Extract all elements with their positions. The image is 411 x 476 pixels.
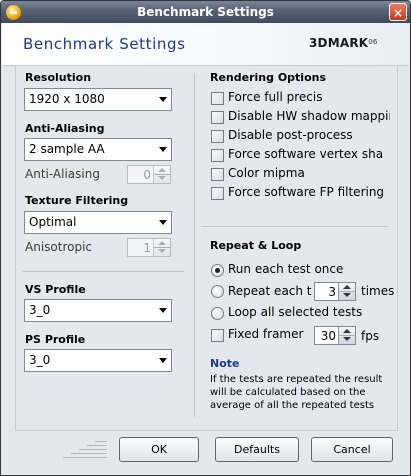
chevron-down-icon [159, 147, 167, 152]
repeat-loop-title: Repeat & Loop [210, 239, 302, 252]
note-title: Note [210, 357, 240, 370]
force-software-vertex-shaders-label[interactable]: Force software vertex sha [228, 147, 386, 161]
loop-all-selected-tests-label[interactable]: Loop all selected tests [228, 305, 362, 319]
anti-aliasing-stepper[interactable]: 0 [127, 165, 171, 184]
arrow-up-icon [343, 285, 351, 289]
texture-filtering-label: Texture Filtering [25, 194, 129, 207]
repeat-each-test-radio[interactable] [211, 285, 224, 298]
arrow-up-icon [158, 168, 166, 172]
resolution-label: Resolution [25, 71, 92, 84]
arrow-down-icon [158, 176, 166, 180]
anti-aliasing-stepper-value: 0 [143, 168, 151, 182]
color-mipmaps-label[interactable]: Color mipma [228, 166, 318, 180]
color-mipmaps-checkbox[interactable] [211, 168, 224, 181]
texture-filtering-value: Optimal [29, 215, 77, 229]
chevron-down-icon [159, 97, 167, 102]
arrow-down-icon [158, 249, 166, 253]
ps-profile-label: PS Profile [25, 333, 86, 346]
rendering-options-title: Rendering Options [210, 71, 327, 84]
benchmark-settings-window: Benchmark Settings × Benchmark Settings … [0, 0, 411, 476]
force-full-precision-checkbox[interactable] [211, 92, 224, 105]
anti-aliasing-value: 2 sample AA [29, 142, 105, 156]
anisotropic-stepper-value: 1 [143, 241, 151, 255]
disable-post-process-label[interactable]: Disable post-process [228, 128, 353, 142]
force-full-precision-label[interactable]: Force full precis [228, 90, 323, 104]
arrow-down-icon [343, 337, 351, 341]
ps-profile-select[interactable]: 3_0 [24, 349, 172, 372]
logo-text: 3DMARK [309, 36, 369, 50]
fixed-framerate-checkbox[interactable] [211, 329, 224, 342]
stepper-buttons[interactable] [153, 166, 170, 183]
fixed-framerate-stepper[interactable]: 30 [314, 326, 356, 345]
loop-all-selected-tests-radio[interactable] [211, 307, 224, 320]
dialog-header: Benchmark Settings 3DMARK06 [2, 23, 409, 66]
repeat-count-stepper[interactable]: 3 [314, 282, 356, 301]
resolution-value: 1920 x 1080 [29, 92, 105, 106]
vs-profile-label: VS Profile [25, 283, 86, 296]
chevron-down-icon [159, 358, 167, 363]
disable-post-process-checkbox[interactable] [211, 130, 224, 143]
stepper-buttons[interactable] [338, 327, 355, 344]
force-software-vertex-shaders-checkbox[interactable] [211, 149, 224, 162]
note-text: If the tests are repeated the result wil… [210, 374, 383, 411]
fixed-framerate-value: 30 [320, 329, 336, 343]
anti-aliasing-select[interactable]: 2 sample AA [24, 138, 172, 161]
vs-profile-select[interactable]: 3_0 [24, 299, 172, 322]
anti-aliasing-spin-label: Anti-Aliasing [25, 167, 100, 181]
fps-label: fps [361, 329, 380, 343]
disable-hw-shadow-mapping-checkbox[interactable] [211, 111, 224, 124]
close-button[interactable]: × [389, 3, 407, 21]
arrow-up-icon [343, 329, 351, 333]
force-software-fp-filtering-label[interactable]: Force software FP filtering [228, 185, 386, 199]
defaults-button[interactable]: Defaults [215, 437, 299, 462]
anisotropic-label: Anisotropic [25, 240, 93, 254]
stepper-buttons[interactable] [153, 239, 170, 256]
chevron-down-icon [159, 308, 167, 313]
ok-button[interactable]: OK [119, 437, 199, 462]
right-section-divider [201, 226, 388, 227]
force-software-fp-filtering-checkbox[interactable] [211, 187, 224, 200]
disable-hw-shadow-mapping-label[interactable]: Disable HW shadow mapping [228, 109, 390, 123]
chevron-down-icon [159, 220, 167, 225]
arrow-up-icon [158, 241, 166, 245]
stepper-buttons[interactable] [338, 283, 355, 300]
dialog-heading: Benchmark Settings [23, 35, 186, 53]
repeat-count-value: 3 [328, 285, 336, 299]
repeat-each-test-label[interactable]: Repeat each t [228, 284, 312, 298]
fixed-framerate-label[interactable]: Fixed framer [228, 327, 307, 341]
3dmark-logo: 3DMARK06 [309, 36, 378, 50]
logo-suffix: 06 [368, 38, 378, 46]
column-divider [194, 73, 195, 417]
ps-profile-value: 3_0 [29, 353, 51, 367]
vs-profile-value: 3_0 [29, 303, 51, 317]
title-bar[interactable]: Benchmark Settings × [1, 1, 410, 23]
left-section-divider [23, 271, 184, 272]
window-title: Benchmark Settings [137, 5, 274, 19]
cancel-button[interactable]: Cancel [311, 437, 393, 462]
resolution-select[interactable]: 1920 x 1080 [24, 88, 172, 111]
texture-filtering-select[interactable]: Optimal [24, 211, 172, 234]
anti-aliasing-label: Anti-Aliasing [25, 122, 105, 135]
decorative-lines [61, 439, 107, 461]
repeat-times-label: times [361, 284, 395, 298]
anisotropic-stepper[interactable]: 1 [127, 238, 171, 257]
run-each-test-once-radio[interactable] [211, 264, 224, 277]
run-each-test-once-label[interactable]: Run each test once [228, 262, 343, 276]
arrow-down-icon [343, 293, 351, 297]
